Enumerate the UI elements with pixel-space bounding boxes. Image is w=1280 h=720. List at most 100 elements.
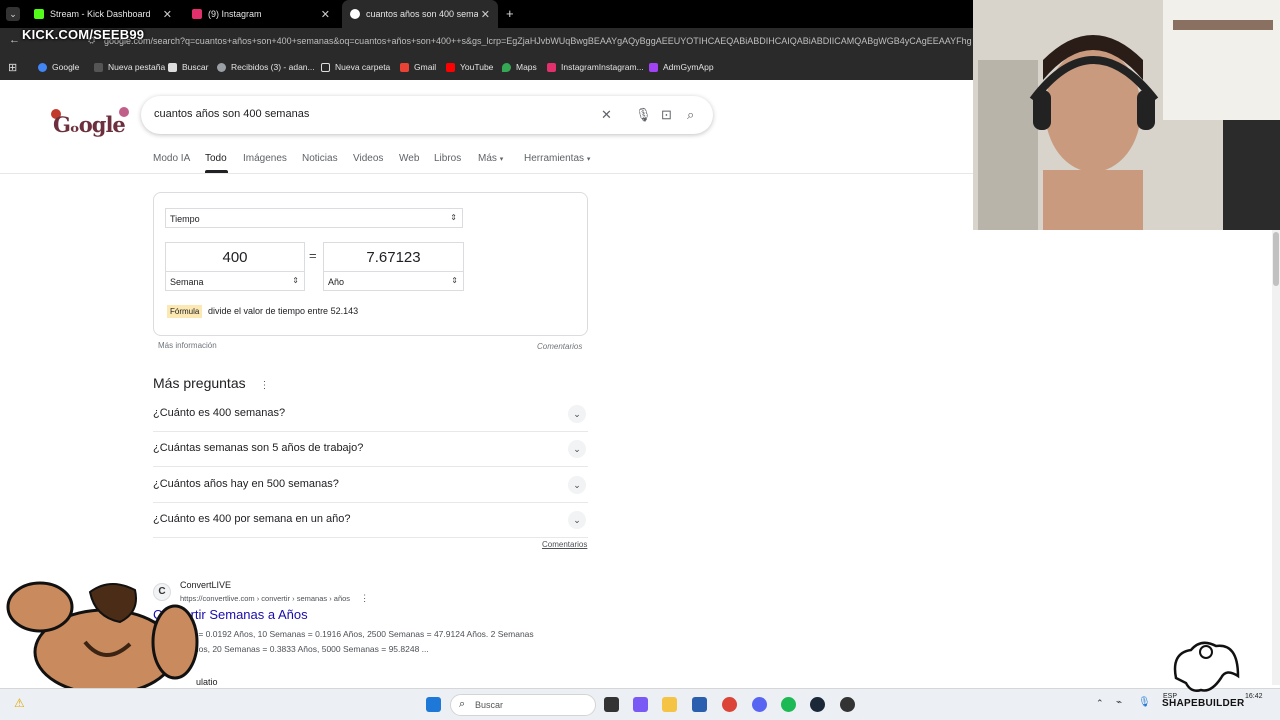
- tab-label: Stream - Kick Dashboard: [50, 9, 151, 19]
- task-view-icon[interactable]: [604, 697, 619, 712]
- from-unit-select[interactable]: Semana ⇕: [165, 271, 305, 291]
- voice-search-icon[interactable]: 🎙: [635, 107, 652, 123]
- lens-search-icon[interactable]: ⊡: [661, 107, 672, 123]
- close-tab-icon[interactable]: ✕: [321, 8, 330, 21]
- bookmark-label: Gmail: [414, 62, 437, 72]
- scrollbar-thumb[interactable]: [1273, 232, 1279, 286]
- chevron-down-icon[interactable]: ⌄: [568, 511, 586, 529]
- tab-google-search[interactable]: cuantos años son 400 semanas ✕: [342, 0, 498, 28]
- google-icon: [350, 9, 360, 19]
- chevron-down-icon[interactable]: ⌄: [568, 440, 586, 458]
- tab-imagenes[interactable]: Imágenes: [243, 153, 287, 164]
- bookmark-item[interactable]: Buscar: [168, 62, 208, 72]
- paa-question[interactable]: ¿Cuánto es 400 semanas? ⌄: [153, 397, 588, 432]
- store-icon[interactable]: [692, 697, 707, 712]
- tab-libros[interactable]: Libros: [434, 153, 461, 164]
- new-tab-button[interactable]: +: [506, 6, 514, 21]
- url-field[interactable]: google.com/search?q=cuantos+años+son+400…: [104, 36, 972, 46]
- close-tab-icon[interactable]: ✕: [481, 8, 490, 21]
- chrome-icon[interactable]: [722, 697, 737, 712]
- spotify-icon[interactable]: [781, 697, 796, 712]
- result-url[interactable]: https://convertlive.com › convertir › se…: [180, 593, 369, 604]
- page-scrollbar[interactable]: [1272, 230, 1280, 685]
- paa-question[interactable]: ¿Cuántas semanas son 5 años de trabajo? …: [153, 432, 588, 467]
- search-icon[interactable]: ⌕: [687, 107, 694, 123]
- gmail-icon: [217, 62, 226, 72]
- webcam-feed: [973, 0, 1280, 230]
- clear-icon[interactable]: ✕: [601, 107, 612, 123]
- bookmark-item[interactable]: Nueva pestaña: [94, 62, 165, 72]
- paa-question[interactable]: ¿Cuánto es 400 por semana en un año? ⌄: [153, 503, 588, 538]
- system-clock[interactable]: 16:42: [1245, 693, 1263, 700]
- close-tab-icon[interactable]: ✕: [163, 8, 172, 21]
- tab-kick-dashboard[interactable]: Stream - Kick Dashboard ✕: [26, 0, 180, 28]
- tab-modo-ia[interactable]: Modo IA: [153, 153, 190, 164]
- bookmark-label: Buscar: [182, 62, 209, 72]
- paa-question[interactable]: ¿Cuántos años hay en 500 semanas? ⌄: [153, 468, 588, 503]
- search-box[interactable]: cuantos años son 400 semanas ✕ 🎙 ⊡ ⌕: [141, 96, 713, 134]
- tab-noticias[interactable]: Noticias: [302, 153, 338, 164]
- instagram-icon: [547, 62, 556, 72]
- back-arrow-icon[interactable]: ←: [9, 34, 20, 46]
- from-value-input[interactable]: 400: [165, 242, 305, 272]
- taskbar-search[interactable]: ⌕ Buscar: [450, 694, 596, 716]
- more-info-link[interactable]: Más información: [158, 341, 217, 350]
- youtube-icon: [446, 62, 455, 72]
- search-icon: [168, 62, 177, 72]
- windows-start-icon[interactable]: [426, 697, 441, 712]
- search-input[interactable]: cuantos años son 400 semanas: [154, 108, 309, 120]
- chevron-down-icon[interactable]: ⌄: [568, 476, 586, 494]
- active-tab-indicator: [205, 170, 228, 173]
- warning-icon[interactable]: ⚠: [14, 696, 25, 710]
- bookmark-item[interactable]: Google: [38, 62, 79, 72]
- feedback-link[interactable]: Comentarios: [537, 342, 582, 351]
- to-unit-select[interactable]: Año ⇕: [323, 271, 464, 291]
- gmail-icon: [400, 62, 409, 72]
- apps-grid-icon[interactable]: ⊞: [8, 61, 17, 74]
- tab-todo[interactable]: Todo: [205, 153, 227, 164]
- bookmark-item[interactable]: AdmGymApp: [649, 62, 714, 72]
- formula-text: divide el valor de tiempo entre 52.143: [208, 306, 359, 316]
- bookmark-item[interactable]: Recibidos (3) - adan...: [217, 62, 315, 72]
- address-bar-area: ← ⛭ google.com/search?q=cuantos+años+son…: [0, 28, 973, 56]
- category-select[interactable]: Tiempo ⇕: [165, 208, 463, 228]
- google-doodle-logo[interactable]: Gₒogle: [48, 98, 133, 150]
- tab-herramientas[interactable]: Herramientas ▾: [524, 153, 590, 164]
- network-icon[interactable]: ⌁: [1116, 697, 1122, 708]
- question-text: ¿Cuántos años hay en 500 semanas?: [153, 478, 339, 490]
- to-value-input[interactable]: 7.67123: [323, 242, 464, 272]
- discord-icon[interactable]: [752, 697, 767, 712]
- tab-label: cuantos años son 400 semanas: [366, 9, 478, 19]
- bookmark-label: Maps: [516, 62, 537, 72]
- bookmark-label: InstagramInstagram...: [561, 62, 644, 72]
- steam-icon[interactable]: [810, 697, 825, 712]
- bookmarks-bar: ⊞ Google Nueva pestaña Buscar Recibidos …: [0, 56, 973, 80]
- bookmark-item[interactable]: InstagramInstagram...: [547, 62, 644, 72]
- bookmark-label: Google: [52, 62, 80, 72]
- paa-feedback-link[interactable]: Comentarios: [542, 540, 587, 549]
- widgets-icon[interactable]: [633, 697, 648, 712]
- tab-instagram[interactable]: (9) Instagram ✕: [184, 0, 338, 28]
- microphone-icon[interactable]: 🎙: [1138, 697, 1151, 708]
- more-options-icon[interactable]: ⋮: [360, 593, 369, 603]
- tab-list-dropdown[interactable]: ⌄: [6, 7, 20, 21]
- tab-videos[interactable]: Videos: [353, 153, 383, 164]
- tray-chevron-icon[interactable]: ⌃: [1096, 698, 1104, 709]
- chevron-down-icon[interactable]: ⌄: [568, 405, 586, 423]
- taskbar-search-label: Buscar: [475, 700, 504, 710]
- tab-web[interactable]: Web: [399, 153, 419, 164]
- app-icon[interactable]: [840, 697, 855, 712]
- bookmark-item[interactable]: Maps: [502, 62, 537, 72]
- from-unit-value: Semana: [170, 277, 204, 287]
- to-unit-value: Año: [328, 277, 345, 287]
- bookmark-item[interactable]: YouTube: [446, 62, 493, 72]
- tab-mas[interactable]: Más ▾: [478, 153, 503, 164]
- shapebuilder-logo-text: SHAPEBUILDER: [1162, 698, 1245, 709]
- more-options-icon[interactable]: ⋮: [260, 380, 270, 391]
- result-url-text: https://convertlive.com › convertir › se…: [180, 594, 351, 603]
- bookmark-item[interactable]: Nueva carpeta: [321, 62, 390, 72]
- caret-down-icon: ▾: [586, 156, 591, 163]
- file-explorer-icon[interactable]: [662, 697, 677, 712]
- bookmark-item[interactable]: Gmail: [400, 62, 436, 72]
- stream-mascot-graphic: [6, 581, 199, 690]
